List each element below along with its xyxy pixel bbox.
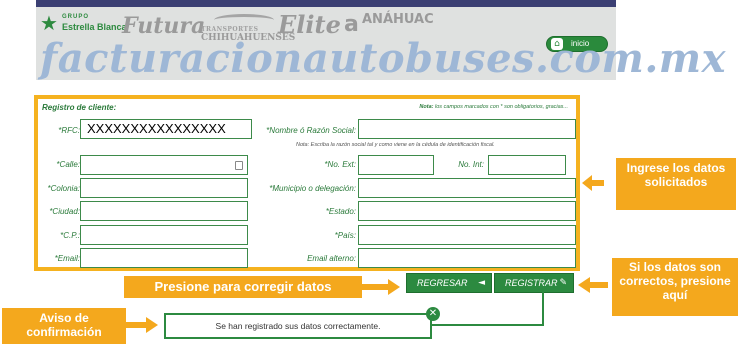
callout-aviso-confirmacion: Aviso de confirmación — [2, 308, 126, 344]
back-arrow-icon: ◄ — [478, 278, 485, 288]
arrow-presione-shaft — [362, 284, 390, 290]
email-label: *Email: — [54, 254, 80, 263]
rfc-label: *RFC: — [58, 126, 80, 135]
calle-input[interactable] — [80, 155, 248, 175]
arrow-silos-head — [578, 277, 590, 293]
regresar-label: REGRESAR — [417, 278, 468, 288]
logo-group-text: GRUPO — [62, 14, 90, 20]
rfc-input[interactable]: XXXXXXXXXXXXXXXX — [80, 119, 252, 139]
no-int-label: No. Int: — [458, 160, 484, 169]
confirmation-message: Se han registrado sus datos correctament… — [215, 321, 381, 331]
header-top-bar — [36, 0, 616, 7]
arrow-silos-shaft — [588, 282, 608, 288]
no-int-input[interactable] — [488, 155, 566, 175]
ciudad-input[interactable] — [80, 201, 248, 221]
razon-social-input[interactable] — [358, 119, 576, 139]
form-title: Registro de cliente: — [42, 103, 117, 112]
close-icon[interactable]: ✕ — [426, 307, 440, 321]
razon-social-note: Nota: Escriba la razón social tal y como… — [296, 142, 495, 148]
estado-input[interactable] — [358, 201, 576, 221]
address-book-icon[interactable] — [235, 161, 243, 170]
registro-form: Registro de cliente: Nota: los campos ma… — [34, 95, 580, 271]
municipio-input[interactable] — [358, 178, 576, 198]
arrow-presione-head — [388, 279, 400, 295]
no-ext-label: *No. Ext: — [324, 160, 356, 169]
municipio-label: *Municipio o delegación: — [269, 184, 356, 193]
form-note: Nota: los campos marcados con * son obli… — [419, 104, 568, 110]
cp-input[interactable] — [80, 225, 248, 245]
pencil-icon: ✎ — [559, 278, 567, 288]
regresar-button[interactable]: REGRESAR ◄ — [406, 273, 492, 293]
email-alterno-input[interactable] — [358, 248, 576, 268]
callout-ingrese-datos: Ingrese los datos solicitados — [616, 158, 736, 210]
anahuac-logo[interactable]: ANÁHUAC — [362, 12, 434, 27]
email-alterno-label: Email alterno: — [307, 254, 356, 263]
pais-input[interactable] — [358, 225, 576, 245]
anahuac-mark: a — [344, 12, 359, 37]
colonia-label: *Colonia: — [47, 184, 80, 193]
pais-label: *País: — [334, 231, 356, 240]
arrow-aviso-head — [146, 317, 158, 333]
no-ext-input[interactable] — [358, 155, 434, 175]
form-note-text: los campos marcados con * son obligatori… — [435, 104, 568, 110]
callout-presione-corregir: Presione para corregir datos — [124, 276, 362, 298]
form-note-label: Nota: — [419, 104, 434, 110]
arrow-aviso-shaft — [126, 322, 148, 328]
registrar-button[interactable]: REGISTRAR ✎ — [494, 273, 574, 293]
star-icon: ★ — [40, 11, 58, 35]
callout-si-los-datos: Si los datos son correctos, presione aqu… — [612, 258, 738, 316]
logo-brand-text: Estrella Blanca — [62, 22, 127, 32]
cp-label: *C.P.: — [60, 231, 80, 240]
confirmation-connector-line — [432, 292, 544, 326]
estado-label: *Estado: — [325, 207, 356, 216]
site-watermark: facturacionautobuses.com.mx — [40, 35, 726, 82]
arrow-ingrese-shaft — [590, 180, 604, 186]
calle-label: *Calle: — [56, 160, 80, 169]
razon-social-label: *Nombre ó Razón Social: — [266, 126, 356, 135]
colonia-input[interactable] — [80, 178, 248, 198]
arrow-ingrese-head — [582, 175, 592, 191]
confirmation-dialog: Se han registrado sus datos correctament… — [164, 307, 440, 339]
transportes-label: TRANSPORTES — [201, 26, 259, 33]
page: ★ GRUPO Estrella Blanca Futura TRANSPORT… — [0, 0, 750, 350]
ciudad-label: *Ciudad: — [49, 207, 80, 216]
email-input[interactable] — [80, 248, 248, 268]
registrar-label: REGISTRAR — [505, 278, 558, 288]
chihuahuenses-swoosh — [214, 14, 274, 26]
